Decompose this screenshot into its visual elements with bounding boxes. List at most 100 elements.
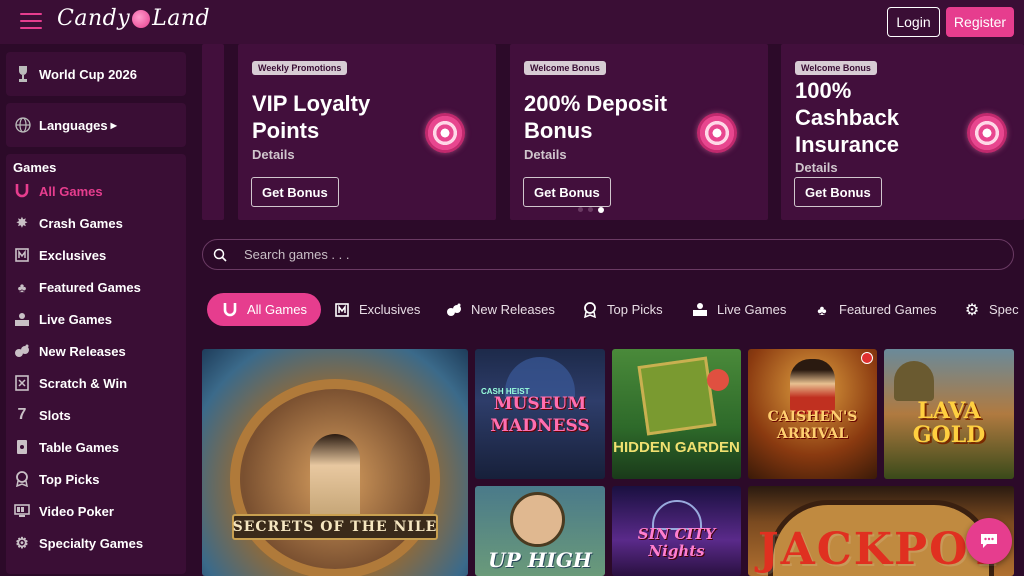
trophy-icon bbox=[14, 65, 32, 83]
carousel-dot[interactable] bbox=[578, 207, 583, 212]
promo-tag: Welcome Bonus bbox=[795, 61, 877, 75]
tab-exclusives[interactable]: Exclusives bbox=[333, 293, 420, 326]
promo-tag: Weekly Promotions bbox=[252, 61, 348, 75]
horseshoe-icon bbox=[13, 182, 31, 200]
sidebar-item-featured-games[interactable]: ♣ Featured Games bbox=[13, 276, 141, 298]
search-icon bbox=[213, 248, 227, 262]
promo-tag: Welcome Bonus bbox=[524, 61, 606, 75]
game-tile-hidden-garden[interactable]: HIDDEN GARDEN bbox=[612, 349, 741, 479]
game-title: SIN CITY Nights bbox=[637, 525, 716, 560]
gear-icon: ⚙ bbox=[15, 535, 29, 552]
sidebar-item-table-games[interactable]: Table Games bbox=[13, 436, 119, 458]
candy-swirl-icon bbox=[967, 113, 1007, 153]
clover-icon: ♣ bbox=[17, 279, 27, 295]
tab-top-picks[interactable]: Top Picks bbox=[581, 293, 663, 326]
table-games-icon bbox=[13, 438, 31, 456]
chat-support-button[interactable] bbox=[966, 518, 1012, 564]
globe-icon bbox=[14, 116, 32, 134]
tab-all-games[interactable]: All Games bbox=[207, 293, 321, 326]
game-tile-caishens-arrival[interactable]: CAISHEN'S ARRIVAL bbox=[748, 349, 877, 479]
live-dealer-icon bbox=[691, 301, 709, 319]
exclusive-icon bbox=[13, 246, 31, 264]
login-button[interactable]: Login bbox=[887, 7, 940, 37]
sidebar: World Cup 2026 Languages ▶ Games All Gam… bbox=[0, 44, 192, 576]
game-title: MUSEUM MADNESS bbox=[490, 394, 590, 436]
carousel-dot[interactable] bbox=[588, 207, 593, 212]
caishen-figure bbox=[790, 359, 835, 414]
promo-card-cashback[interactable]: Welcome Bonus 100% Cashback Insurance De… bbox=[781, 44, 1024, 220]
promo-card-partial[interactable] bbox=[202, 44, 224, 220]
top-header: Candy Land Login Register bbox=[0, 0, 1024, 44]
game-tile-up-high[interactable]: UP HIGH bbox=[475, 486, 605, 576]
world-cup-link[interactable]: World Cup 2026 bbox=[6, 52, 186, 96]
sidebar-item-exclusives[interactable]: Exclusives bbox=[13, 244, 106, 266]
game-title: CAISHEN'S ARRIVAL bbox=[767, 409, 858, 442]
tab-new-releases[interactable]: New Releases bbox=[445, 293, 555, 326]
sidebar-item-crash-games[interactable]: ✸ Crash Games bbox=[13, 212, 123, 234]
promo-title: VIP Loyalty Points bbox=[252, 91, 371, 143]
medal-icon bbox=[581, 301, 599, 319]
video-poker-icon bbox=[13, 502, 31, 520]
register-button[interactable]: Register bbox=[946, 7, 1014, 37]
medal-icon bbox=[13, 470, 31, 488]
promo-title: 100% Cashback Insurance bbox=[795, 78, 899, 157]
slot-seven-icon: 7 bbox=[17, 406, 27, 423]
lollipop-icon bbox=[132, 9, 151, 28]
scratch-card-icon bbox=[13, 374, 31, 392]
hamburger-menu-icon[interactable] bbox=[20, 13, 42, 29]
new-releases-icon bbox=[13, 342, 31, 360]
tab-specialty[interactable]: ⚙ Spec bbox=[963, 293, 1019, 326]
languages-link[interactable]: Languages ▶ bbox=[6, 103, 186, 147]
sidebar-item-live-games[interactable]: Live Games bbox=[13, 308, 112, 330]
clover-icon: ♣ bbox=[817, 301, 827, 318]
explorer-face bbox=[510, 492, 565, 547]
live-dealer-icon bbox=[13, 310, 31, 328]
cleopatra-figure bbox=[310, 434, 360, 524]
candyland-logo[interactable]: Candy Land bbox=[57, 6, 210, 31]
sidebar-item-video-poker[interactable]: Video Poker bbox=[13, 500, 114, 522]
dinosaur-figure bbox=[894, 361, 934, 401]
sidebar-item-slots[interactable]: 7 Slots bbox=[13, 404, 71, 426]
promo-details-link[interactable]: Details bbox=[524, 147, 567, 162]
horseshoe-icon bbox=[221, 301, 239, 319]
tab-featured-games[interactable]: ♣ Featured Games bbox=[813, 293, 936, 326]
tab-live-games[interactable]: Live Games bbox=[691, 293, 786, 326]
game-tile-sin-city-nights[interactable]: SIN CITY Nights bbox=[612, 486, 741, 576]
promo-details-link[interactable]: Details bbox=[252, 147, 295, 162]
search-bar bbox=[202, 239, 1014, 270]
game-title: HIDDEN GARDEN bbox=[613, 439, 740, 456]
chat-bubble-icon bbox=[981, 534, 997, 548]
carousel-dots bbox=[578, 206, 604, 213]
gear-icon: ⚙ bbox=[964, 301, 980, 319]
games-menu: Games All Games ✸ Crash Games Exclusives … bbox=[6, 154, 186, 574]
game-title: LAVA GOLD bbox=[912, 398, 986, 448]
caret-right-icon: ▶ bbox=[110, 120, 117, 130]
exclusive-icon bbox=[333, 301, 351, 319]
get-bonus-button[interactable]: Get Bonus bbox=[794, 177, 882, 207]
promo-title: 200% Deposit Bonus bbox=[524, 91, 668, 143]
game-title: SECRETS OF THE NILE bbox=[232, 519, 438, 535]
carousel-dot-active[interactable] bbox=[598, 206, 604, 213]
sidebar-item-scratch-win[interactable]: Scratch & Win bbox=[13, 372, 127, 394]
game-tile-lava-gold[interactable]: LAVA GOLD bbox=[884, 349, 1014, 479]
book-cover bbox=[637, 356, 717, 436]
explosion-icon: ✸ bbox=[16, 215, 28, 230]
sidebar-item-top-picks[interactable]: Top Picks bbox=[13, 468, 99, 490]
game-tile-secrets-of-the-nile[interactable]: SECRETS OF THE NILE bbox=[202, 349, 468, 576]
candy-swirl-icon bbox=[425, 113, 465, 153]
sidebar-item-new-releases[interactable]: New Releases bbox=[13, 340, 126, 362]
game-title: UP HIGH bbox=[488, 548, 592, 572]
promo-details-link[interactable]: Details bbox=[795, 160, 838, 175]
get-bonus-button[interactable]: Get Bonus bbox=[251, 177, 339, 207]
sidebar-item-specialty-games[interactable]: ⚙ Specialty Games bbox=[13, 532, 143, 554]
get-bonus-button[interactable]: Get Bonus bbox=[523, 177, 611, 207]
sidebar-item-all-games[interactable]: All Games bbox=[13, 180, 103, 202]
game-tile-museum-madness[interactable]: CASH HEIST MUSEUM MADNESS bbox=[475, 349, 605, 479]
category-tabs: All Games Exclusives New Releases Top Pi… bbox=[202, 285, 1024, 335]
promo-card-vip-loyalty[interactable]: Weekly Promotions VIP Loyalty Points Det… bbox=[238, 44, 496, 220]
candy-swirl-icon bbox=[697, 113, 737, 153]
games-heading: Games bbox=[13, 160, 57, 175]
search-input[interactable] bbox=[244, 247, 944, 262]
promo-card-deposit-bonus[interactable]: Welcome Bonus 200% Deposit Bonus Details… bbox=[510, 44, 768, 220]
new-releases-icon bbox=[445, 301, 463, 319]
